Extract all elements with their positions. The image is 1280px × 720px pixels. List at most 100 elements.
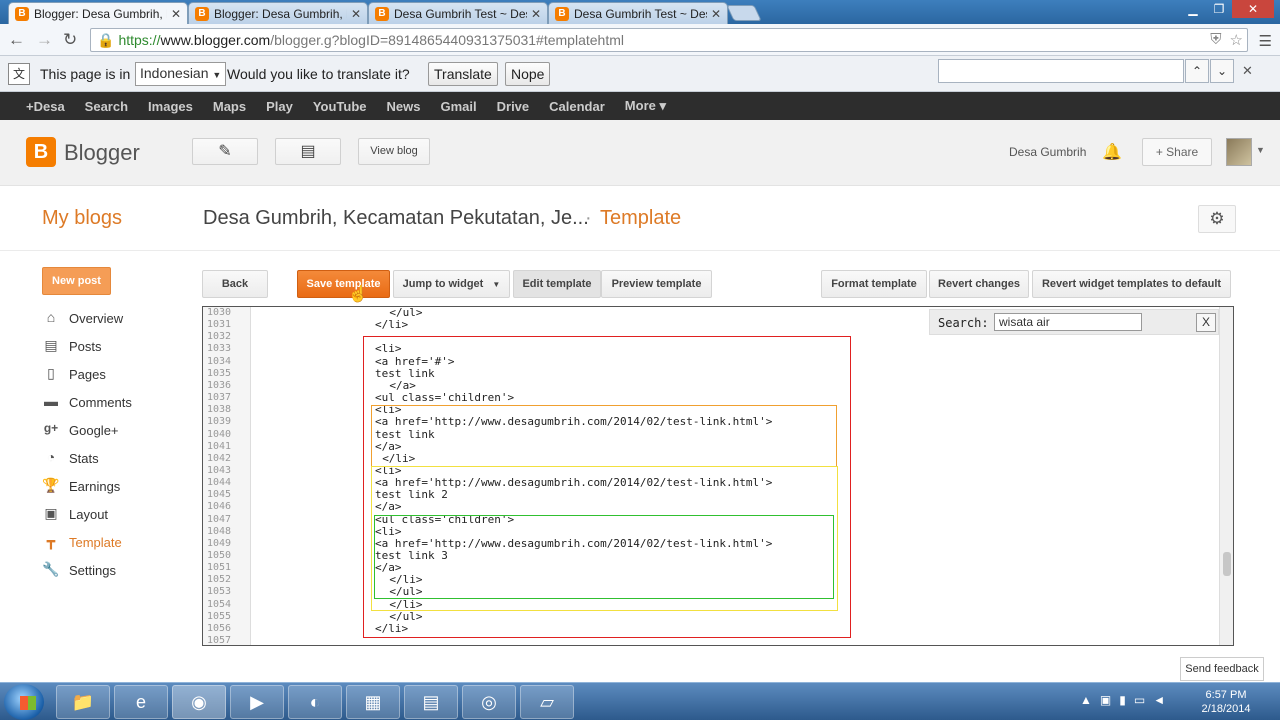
shield-icon[interactable]: ⛨ — [1210, 31, 1221, 49]
minimize-icon[interactable]: ▁ — [1180, 0, 1206, 18]
recorder-icon[interactable]: ◐ — [288, 685, 342, 719]
posts-list-button[interactable]: ▤ — [275, 138, 341, 165]
menu-icon[interactable]: ☰ — [1259, 32, 1272, 50]
search-close-button[interactable]: X — [1196, 313, 1216, 332]
edit-template-button[interactable]: Edit template — [513, 270, 601, 298]
save-template-button[interactable]: Save template — [297, 270, 390, 298]
browser-tab[interactable]: B Desa Gumbrih Test ~ Desa Gumbrih ✕ — [368, 2, 548, 24]
avatar[interactable] — [1226, 138, 1252, 166]
revert-changes-button[interactable]: Revert changes — [929, 270, 1029, 298]
chevron-down-icon[interactable]: ▼ — [1256, 145, 1265, 155]
display-icon[interactable]: ▭ — [1134, 693, 1145, 707]
gbar-item-maps[interactable]: Maps — [213, 99, 246, 114]
tab-close-icon[interactable]: ✕ — [171, 7, 181, 21]
sidebar-item-posts[interactable]: ▤ Posts — [41, 336, 101, 356]
new-tab-button[interactable] — [726, 5, 762, 21]
sidebar-item-comments[interactable]: ▬ Comments — [41, 392, 132, 412]
sidebar-item-stats[interactable]: ◔ Stats — [41, 448, 99, 468]
internet-explorer-icon[interactable]: e — [114, 685, 168, 719]
sidebar-item-label: Settings — [69, 562, 116, 578]
page-title: Template — [600, 207, 682, 229]
start-button[interactable] — [4, 684, 44, 720]
gbar-item-more[interactable]: More ▾ — [625, 98, 666, 114]
nope-button[interactable]: Nope — [505, 62, 551, 86]
line-number: 1057 — [207, 635, 232, 646]
find-next-icon[interactable]: ⌄ — [1210, 59, 1234, 83]
document-viewer-icon[interactable]: ▤ — [404, 685, 458, 719]
tab-close-icon[interactable]: ✕ — [711, 7, 721, 21]
gbar-item-drive[interactable]: Drive — [497, 99, 530, 114]
user-name[interactable]: Desa Gumbrih — [1009, 145, 1086, 159]
close-window-icon[interactable]: ✕ — [1232, 0, 1274, 18]
jump-to-widget-button[interactable]: Jump to widget ▼ — [393, 270, 510, 298]
language-select[interactable]: Indonesian ▼ — [135, 62, 227, 86]
obs-icon[interactable]: ◎ — [462, 685, 516, 719]
tray-arrow-icon[interactable]: ▲ — [1080, 693, 1092, 707]
blogger-logo-text[interactable]: Blogger — [64, 140, 140, 166]
tab-close-icon[interactable]: ✕ — [531, 7, 541, 21]
gbar-item-play[interactable]: Play — [266, 99, 293, 114]
template-code-editor[interactable]: 1030 </ul> 1031 </li> 1032 1033 <li> 1034 <a hre… — [202, 306, 1234, 646]
sidebar-item-settings[interactable]: 🔧 Settings — [41, 560, 116, 580]
volume-icon[interactable]: ◄ — [1153, 693, 1165, 707]
notepad-icon[interactable]: ▱ — [520, 685, 574, 719]
line-number: 1047 — [207, 513, 232, 525]
revert-widget-templates-button[interactable]: Revert widget templates to default — [1032, 270, 1231, 298]
search-input[interactable]: wisata air — [994, 313, 1142, 331]
browser-tab[interactable]: B Desa Gumbrih Test ~ Desa Gumbrih ✕ — [548, 2, 728, 24]
back-button[interactable]: Back — [202, 270, 268, 298]
my-blogs-link[interactable]: My blogs — [42, 207, 122, 230]
star-icon[interactable]: ☆ — [1230, 31, 1243, 49]
control-panel-icon[interactable]: ▦ — [346, 685, 400, 719]
gbar-item-images[interactable]: Images — [148, 99, 193, 114]
blogger-logo-icon[interactable]: B — [26, 137, 56, 167]
gbar-item-news[interactable]: News — [387, 99, 421, 114]
sidebar-item-earnings[interactable]: 🏆 Earnings — [41, 476, 120, 496]
translate-button[interactable]: Translate — [428, 62, 498, 86]
tab-title: Desa Gumbrih Test ~ Desa Gumbrih — [394, 6, 527, 21]
gbar-item-profile[interactable]: +Desa — [26, 99, 65, 114]
network-icon[interactable]: ▣ — [1100, 693, 1111, 707]
address-bar[interactable]: 🔒 https://www.blogger.com/blogger.g?blog… — [90, 28, 1248, 52]
format-template-button[interactable]: Format template — [821, 270, 927, 298]
sidebar-item-label: Google+ — [69, 422, 119, 438]
gbar-item-youtube[interactable]: YouTube — [313, 99, 367, 114]
bell-icon[interactable]: 🔔 — [1102, 142, 1122, 162]
new-post-button[interactable]: New post — [42, 267, 111, 295]
sidebar-item-layout[interactable]: ▣ Layout — [41, 504, 108, 524]
browser-tab[interactable]: B Blogger: Desa Gumbrih, Kecamatan ✕ — [188, 2, 368, 24]
chevron-down-icon: ▼ — [492, 280, 501, 289]
system-clock[interactable]: 6:57 PM 2/18/2014 — [1196, 688, 1256, 716]
url-path: /blogger.g?blogID=8914865440931375031#te… — [270, 32, 624, 48]
power-icon[interactable]: ▮ — [1119, 693, 1126, 707]
gbar-item-search[interactable]: Search — [85, 99, 128, 114]
view-blog-button[interactable]: View blog — [358, 138, 430, 165]
sidebar-item-pages[interactable]: ▯ Pages — [41, 364, 106, 384]
sidebar-item-template[interactable]: ┳ Template — [41, 532, 122, 552]
line-number: 1038 — [207, 404, 232, 416]
share-button[interactable]: + Share — [1142, 138, 1212, 166]
media-player-icon[interactable]: ▶ — [230, 685, 284, 719]
scrollbar-thumb[interactable] — [1223, 552, 1231, 576]
editor-scrollbar[interactable] — [1219, 307, 1233, 645]
reload-icon[interactable]: ↻ — [63, 30, 77, 50]
restore-icon[interactable]: ❐ — [1206, 0, 1232, 18]
new-post-pencil-button[interactable]: ✎ — [192, 138, 258, 165]
find-previous-icon[interactable]: ⌃ — [1185, 59, 1209, 83]
blog-title[interactable]: Desa Gumbrih, Kecamatan Pekutatan, Je... — [203, 207, 589, 230]
gear-icon[interactable]: ⚙ — [1198, 205, 1236, 233]
gbar-item-calendar[interactable]: Calendar — [549, 99, 605, 114]
chrome-icon[interactable]: ◉ — [172, 685, 226, 719]
explorer-icon[interactable]: 📁 — [56, 685, 110, 719]
find-close-icon[interactable]: ✕ — [1242, 63, 1253, 79]
sidebar-item-overview[interactable]: ⌂ Overview — [41, 308, 123, 328]
back-arrow-icon[interactable]: ← — [8, 30, 25, 50]
sidebar-item-google-plus[interactable]: g+ Google+ — [41, 420, 119, 440]
send-feedback-button[interactable]: Send feedback — [1180, 657, 1264, 681]
find-in-page-input[interactable] — [938, 59, 1184, 83]
tab-close-icon[interactable]: ✕ — [351, 7, 361, 21]
forward-arrow-icon[interactable]: → — [36, 30, 53, 50]
gbar-item-gmail[interactable]: Gmail — [441, 99, 477, 114]
preview-template-button[interactable]: Preview template — [601, 270, 712, 298]
browser-tab[interactable]: B Blogger: Desa Gumbrih, Kecamatan ✕ — [8, 2, 188, 24]
